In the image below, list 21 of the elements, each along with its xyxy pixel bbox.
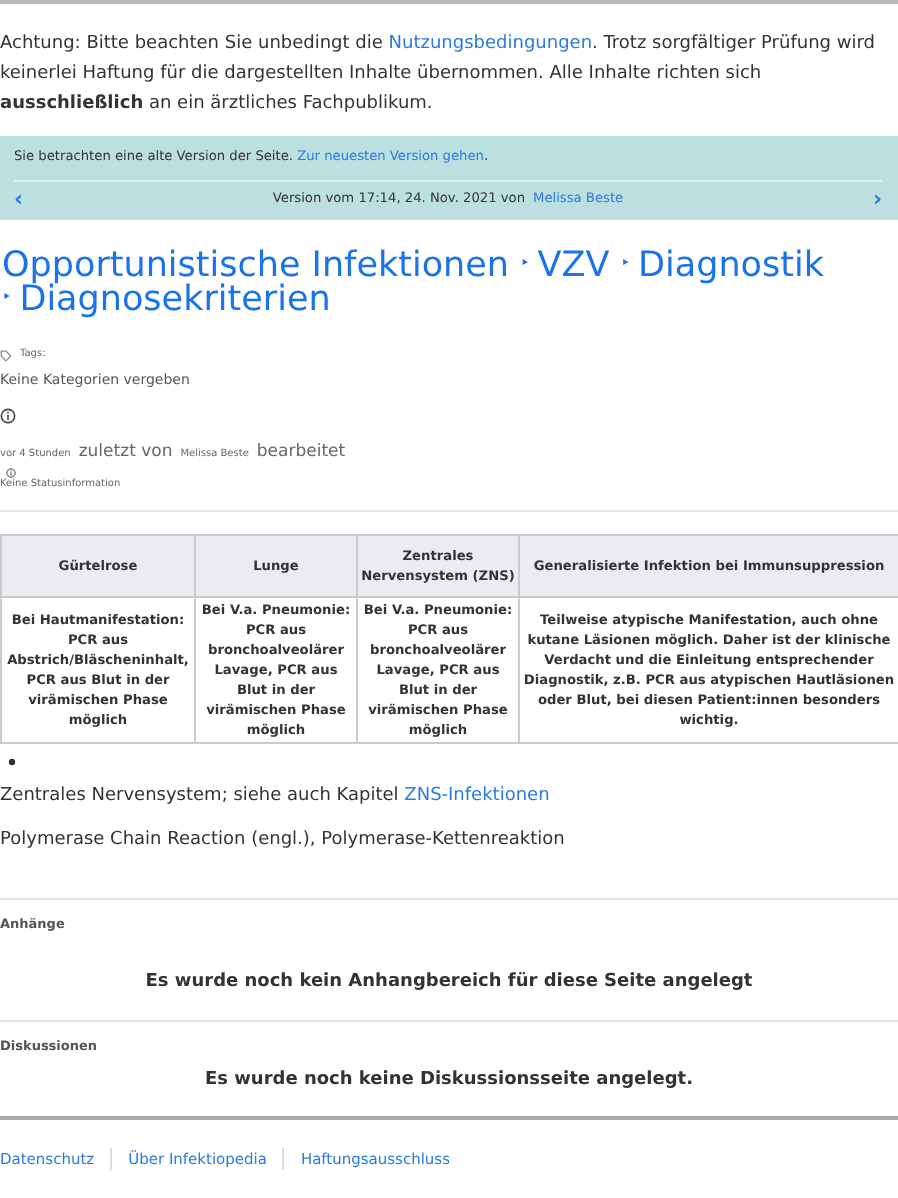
notice-text: Achtung: Bitte beachten Sie unbedingt die Nutzungsbedingungen. Trotz sorgfältiger Prüfung wird keinerlei Haftung für die dargestellten Inhalte übernommen. Alle Inhalte richten sich ausschließlich an ein ärztliches Fachpublikum. xyxy=(0,32,877,118)
breadcrumb-separator: ‣ xyxy=(2,287,12,306)
breadcrumb-link[interactable]: VZV xyxy=(537,245,610,286)
breadcrumb-link[interactable]: Opportunistische Infektionen xyxy=(2,245,509,286)
footnote-text: Polymerase Chain Reaction (engl.), Polymerase-Kettenreaktion xyxy=(0,827,567,854)
next-version-link[interactable]: › xyxy=(872,191,882,208)
previous-version-link[interactable]: ‹ xyxy=(14,191,24,208)
edited-text: bearbeitet xyxy=(256,439,346,466)
info-icon xyxy=(6,467,16,478)
chapter-link[interactable]: ZNS-Infektionen xyxy=(404,786,550,807)
breadcrumb-link[interactable]: Diagnostik xyxy=(638,245,824,286)
breadcrumb-separator: ‣ xyxy=(520,253,530,272)
tag-icon xyxy=(0,349,12,362)
edited-by-text: zuletzt von xyxy=(78,439,173,466)
empty-message: Es wurde noch keine Diskussionsseite angelegt. xyxy=(202,1068,696,1095)
info-icon xyxy=(0,407,16,424)
terms-link[interactable]: Nutzungsbedingungen xyxy=(388,34,593,54)
bullet-icon xyxy=(8,758,16,767)
empty-message: Es wurde noch kein Anhangbereich für diese Seite angelegt xyxy=(143,969,755,996)
breadcrumb-separator: ‣ xyxy=(620,253,631,272)
footnote-text: Zentrales Nervensystem; siehe auch Kapitel ZNS-Infektionen xyxy=(0,784,552,811)
